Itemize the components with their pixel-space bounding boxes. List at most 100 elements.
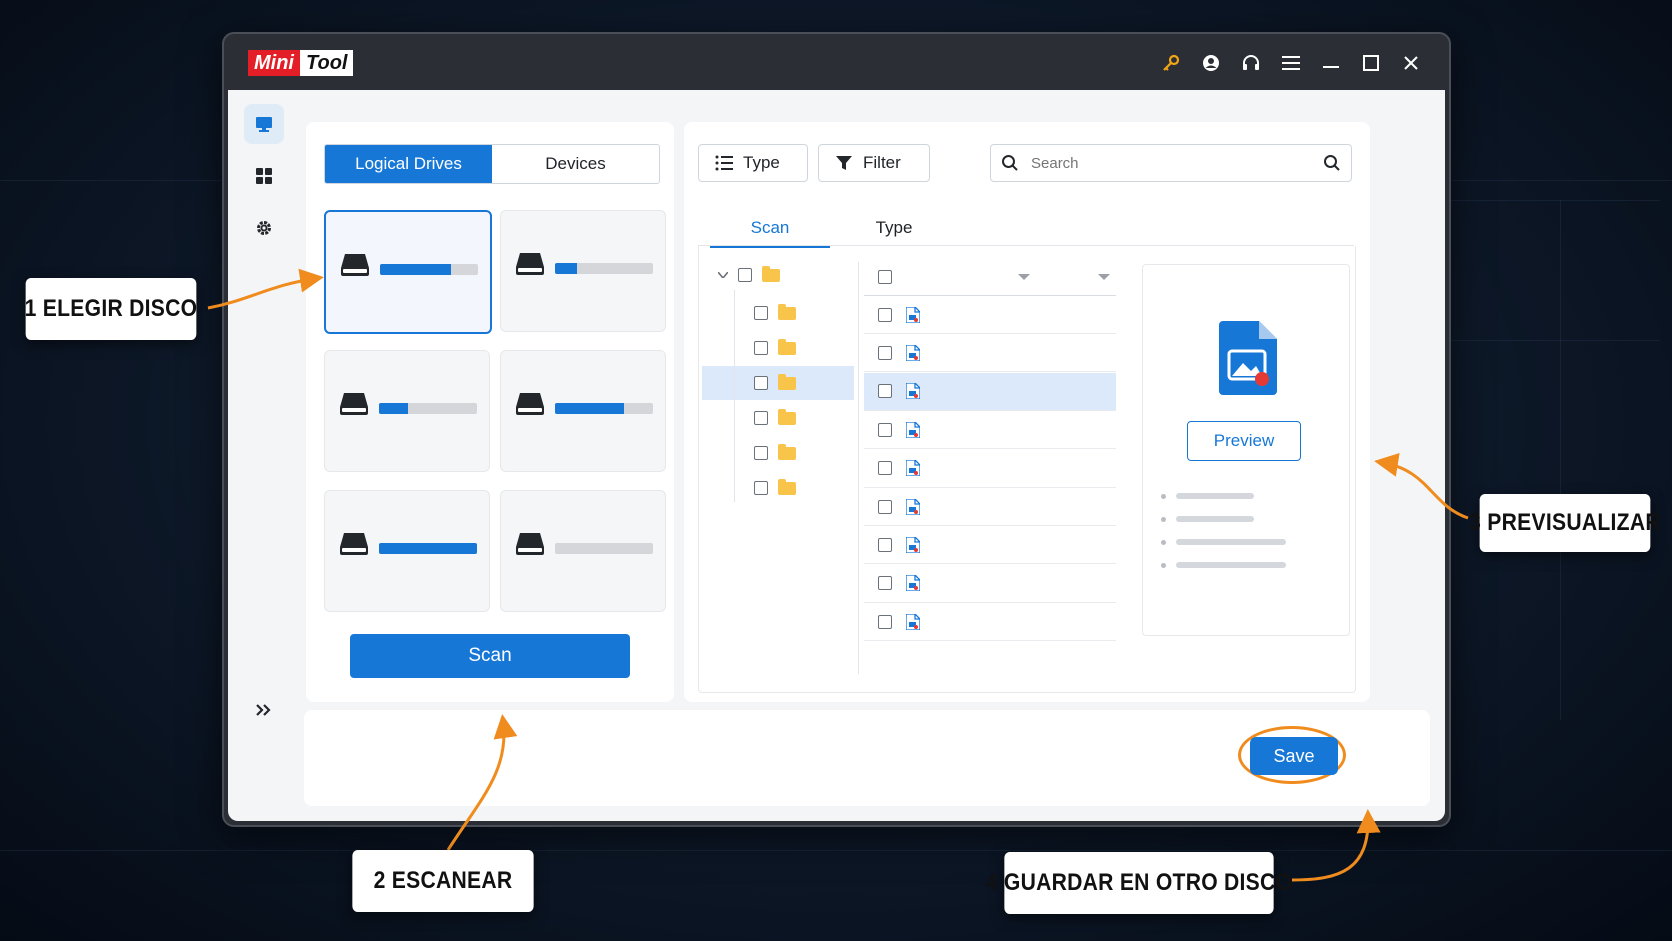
- tab-logical-drives[interactable]: Logical Drives: [325, 145, 492, 183]
- app-window: Mini Tool Logical Drives Devices Scan Ty…: [222, 32, 1451, 827]
- file-row[interactable]: [864, 526, 1116, 565]
- folder-icon: [778, 478, 796, 495]
- drive-card[interactable]: [324, 350, 490, 472]
- search-submit-icon[interactable]: [1323, 154, 1341, 172]
- file-checkbox[interactable]: [878, 307, 892, 322]
- image-file-icon: [906, 536, 920, 553]
- file-checkbox[interactable]: [878, 384, 892, 399]
- grid-icon[interactable]: [244, 156, 284, 196]
- account-icon[interactable]: [1191, 48, 1231, 78]
- drive-card[interactable]: [500, 490, 666, 612]
- file-row[interactable]: [864, 603, 1116, 642]
- save-button[interactable]: Save: [1250, 737, 1338, 775]
- folder-icon: [778, 408, 796, 425]
- file-info-line: [1161, 539, 1286, 545]
- callout-step3: 3 PREVISUALIZAR: [1469, 494, 1661, 552]
- folder-icon: [778, 338, 796, 355]
- file-checkbox[interactable]: [878, 614, 892, 629]
- sort-icon[interactable]: [1098, 274, 1110, 280]
- sort-icon[interactable]: [1018, 274, 1030, 280]
- filter-button[interactable]: Filter: [818, 144, 930, 182]
- select-all-checkbox[interactable]: [878, 269, 892, 284]
- type-button[interactable]: Type: [698, 144, 808, 182]
- file-row[interactable]: [864, 450, 1116, 488]
- image-file-icon: [906, 575, 920, 592]
- menu-icon[interactable]: [1271, 48, 1311, 78]
- logo-mini: Mini: [248, 50, 300, 76]
- file-checkbox[interactable]: [878, 537, 892, 552]
- file-row[interactable]: [864, 372, 1116, 411]
- scan-button[interactable]: Scan: [350, 634, 630, 678]
- hard-drive-icon: [340, 252, 370, 283]
- minitool-logo: Mini Tool: [248, 50, 354, 76]
- type-button-label: Type: [743, 153, 780, 172]
- tab-type[interactable]: Type: [834, 210, 954, 246]
- expand-icon[interactable]: [244, 690, 284, 730]
- file-row[interactable]: [864, 488, 1116, 526]
- image-file-icon: [906, 460, 920, 477]
- file-info-line: [1161, 516, 1254, 522]
- preview-button[interactable]: Preview: [1187, 421, 1301, 461]
- search-field: [990, 144, 1352, 182]
- drive-usage-bar: [555, 263, 653, 274]
- image-file-icon: [906, 613, 920, 630]
- tree-folder-item[interactable]: [702, 331, 854, 365]
- tab-devices[interactable]: Devices: [492, 145, 659, 183]
- tab-scan[interactable]: Scan: [710, 210, 830, 248]
- drive-usage-bar: [380, 264, 478, 275]
- tree-folder-item[interactable]: [702, 436, 854, 470]
- key-icon[interactable]: [1151, 48, 1191, 78]
- file-checkbox[interactable]: [878, 576, 892, 591]
- drive-card[interactable]: [324, 210, 492, 334]
- minimize-icon[interactable]: [1311, 48, 1351, 78]
- drive-card[interactable]: [324, 490, 490, 612]
- file-row[interactable]: [864, 296, 1116, 334]
- image-file-icon: [906, 306, 920, 323]
- search-icon: [1002, 155, 1018, 171]
- image-file-icon: [906, 383, 920, 400]
- tree-checkbox[interactable]: [754, 341, 768, 355]
- search-input[interactable]: [1029, 153, 1313, 173]
- tree-folder-item[interactable]: [702, 471, 854, 505]
- image-file-icon: [906, 498, 920, 515]
- tree-checkbox[interactable]: [754, 481, 768, 495]
- bottom-bar: Save: [304, 710, 1430, 806]
- file-checkbox[interactable]: [878, 499, 892, 514]
- tree-checkbox[interactable]: [754, 306, 768, 320]
- tree-folder-item[interactable]: [702, 401, 854, 435]
- file-row[interactable]: [864, 334, 1116, 373]
- hard-drive-icon: [515, 251, 545, 282]
- gear-icon[interactable]: [244, 208, 284, 248]
- image-file-icon: [906, 421, 920, 438]
- file-info-line: [1161, 562, 1286, 568]
- hard-drive-icon: [339, 531, 369, 562]
- callout-step4: 4 GUARDAR EN OTRO DISCO: [986, 852, 1292, 914]
- image-file-icon: [906, 344, 920, 361]
- monitor-icon[interactable]: [244, 104, 284, 144]
- file-checkbox[interactable]: [878, 345, 892, 360]
- tree-folder-item[interactable]: [702, 296, 854, 330]
- chevron-down-icon[interactable]: [718, 272, 728, 278]
- tree-root[interactable]: [718, 258, 780, 292]
- drive-card[interactable]: [500, 350, 666, 472]
- maximize-icon[interactable]: [1351, 48, 1391, 78]
- file-checkbox[interactable]: [878, 422, 892, 437]
- drive-card[interactable]: [500, 210, 666, 332]
- sidebar: [228, 90, 294, 821]
- drive-usage-bar: [555, 403, 653, 414]
- preview-pane: Preview: [1142, 264, 1350, 636]
- logo-tool: Tool: [300, 50, 354, 76]
- tree-checkbox[interactable]: [754, 376, 768, 390]
- tree-folder-item[interactable]: [702, 366, 854, 400]
- file-row[interactable]: [864, 565, 1116, 603]
- file-row[interactable]: [864, 411, 1116, 450]
- folder-icon: [778, 443, 796, 460]
- file-checkbox[interactable]: [878, 461, 892, 476]
- tree-checkbox[interactable]: [754, 411, 768, 425]
- file-list-header: [864, 258, 1116, 296]
- headset-icon[interactable]: [1231, 48, 1271, 78]
- drive-type-switch: Logical Drives Devices: [324, 144, 660, 184]
- tree-checkbox[interactable]: [738, 268, 752, 282]
- close-icon[interactable]: [1391, 48, 1431, 78]
- tree-checkbox[interactable]: [754, 446, 768, 460]
